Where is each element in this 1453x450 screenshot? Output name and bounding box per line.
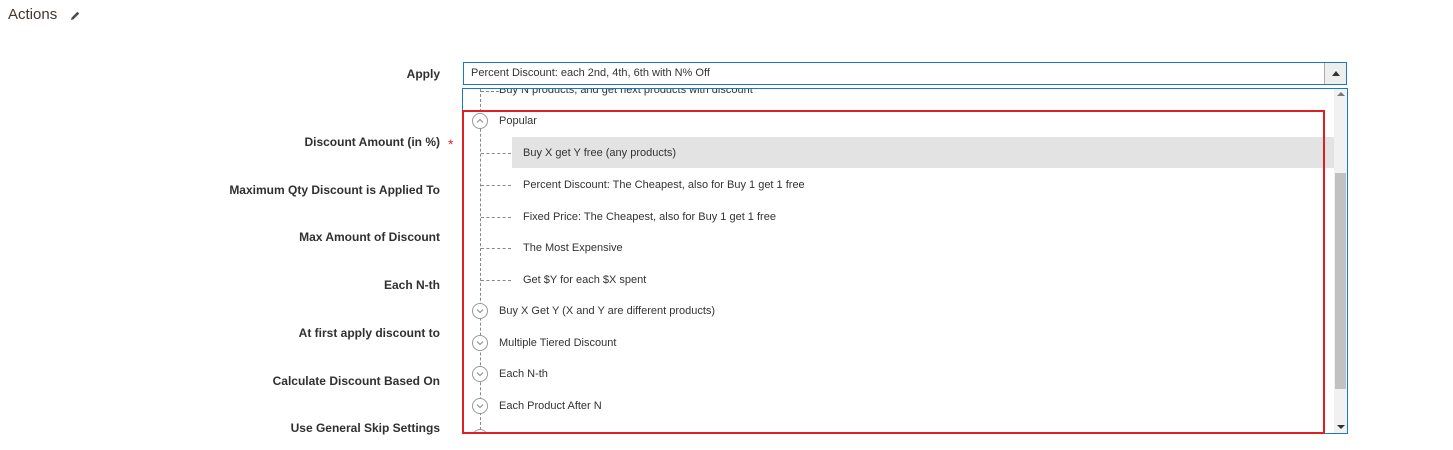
dropdown-scrollbar[interactable] <box>1334 89 1347 433</box>
scroll-thumb[interactable] <box>1335 173 1346 389</box>
max-amount-label: Max Amount of Discount <box>299 230 440 244</box>
select-toggle-button[interactable] <box>1324 63 1346 84</box>
group-multiple-tiered[interactable]: Multiple Tiered Discount <box>499 335 616 351</box>
option-partial-top[interactable]: Buy N products, and get next products wi… <box>499 89 753 98</box>
skip-settings-label: Use General Skip Settings <box>290 421 440 435</box>
apply-select[interactable]: Percent Discount: each 2nd, 4th, 6th wit… <box>463 62 1347 85</box>
tree-dash <box>481 248 511 249</box>
apply-select-value: Percent Discount: each 2nd, 4th, 6th wit… <box>471 67 710 79</box>
option-get-y-for-x-spent[interactable]: Get $Y for each $X spent <box>523 272 646 288</box>
chevron-up-icon <box>1331 71 1340 76</box>
first-apply-label: At first apply discount to <box>298 326 440 340</box>
expand-icon[interactable] <box>472 303 488 319</box>
apply-label: Apply <box>406 67 440 81</box>
discount-amount-label: Discount Amount (in %) <box>304 135 440 149</box>
required-mark: * <box>448 136 454 152</box>
expand-icon[interactable] <box>472 366 488 382</box>
max-qty-label: Maximum Qty Discount is Applied To <box>229 183 440 197</box>
pencil-icon[interactable] <box>69 9 81 21</box>
scroll-up-arrow-icon[interactable] <box>1337 92 1345 96</box>
collapse-icon[interactable] <box>472 113 488 129</box>
option-fixed-price-cheapest[interactable]: Fixed Price: The Cheapest, also for Buy … <box>523 209 776 225</box>
expand-icon[interactable] <box>472 429 488 433</box>
each-nth-label: Each N-th <box>383 278 440 292</box>
option-most-expensive[interactable]: The Most Expensive <box>523 240 623 256</box>
expand-icon[interactable] <box>472 398 488 414</box>
section-title: Actions <box>8 6 58 23</box>
tree-connector <box>480 89 481 433</box>
group-popular[interactable]: Popular <box>499 113 537 129</box>
option-buy-x-get-y-free[interactable]: Buy X get Y free (any products) <box>523 145 676 161</box>
group-each-nth[interactable]: Each N-th <box>499 366 548 382</box>
calculate-based-label: Calculate Discount Based On <box>272 374 440 388</box>
apply-dropdown-list[interactable]: Buy N products, and get next products wi… <box>462 88 1348 434</box>
tree-dash <box>481 185 511 186</box>
option-percent-cheapest[interactable]: Percent Discount: The Cheapest, also for… <box>523 177 805 193</box>
group-buy-x-get-y[interactable]: Buy X Get Y (X and Y are different produ… <box>499 303 715 319</box>
tree-dash <box>481 153 511 154</box>
expand-icon[interactable] <box>472 335 488 351</box>
section-header: Actions <box>8 6 81 23</box>
scroll-down-arrow-icon[interactable] <box>1337 425 1345 429</box>
tree-dash <box>481 217 511 218</box>
tree-dash <box>481 280 511 281</box>
tree-dash <box>481 91 499 92</box>
group-each-product-after-n[interactable]: Each Product After N <box>499 398 602 414</box>
